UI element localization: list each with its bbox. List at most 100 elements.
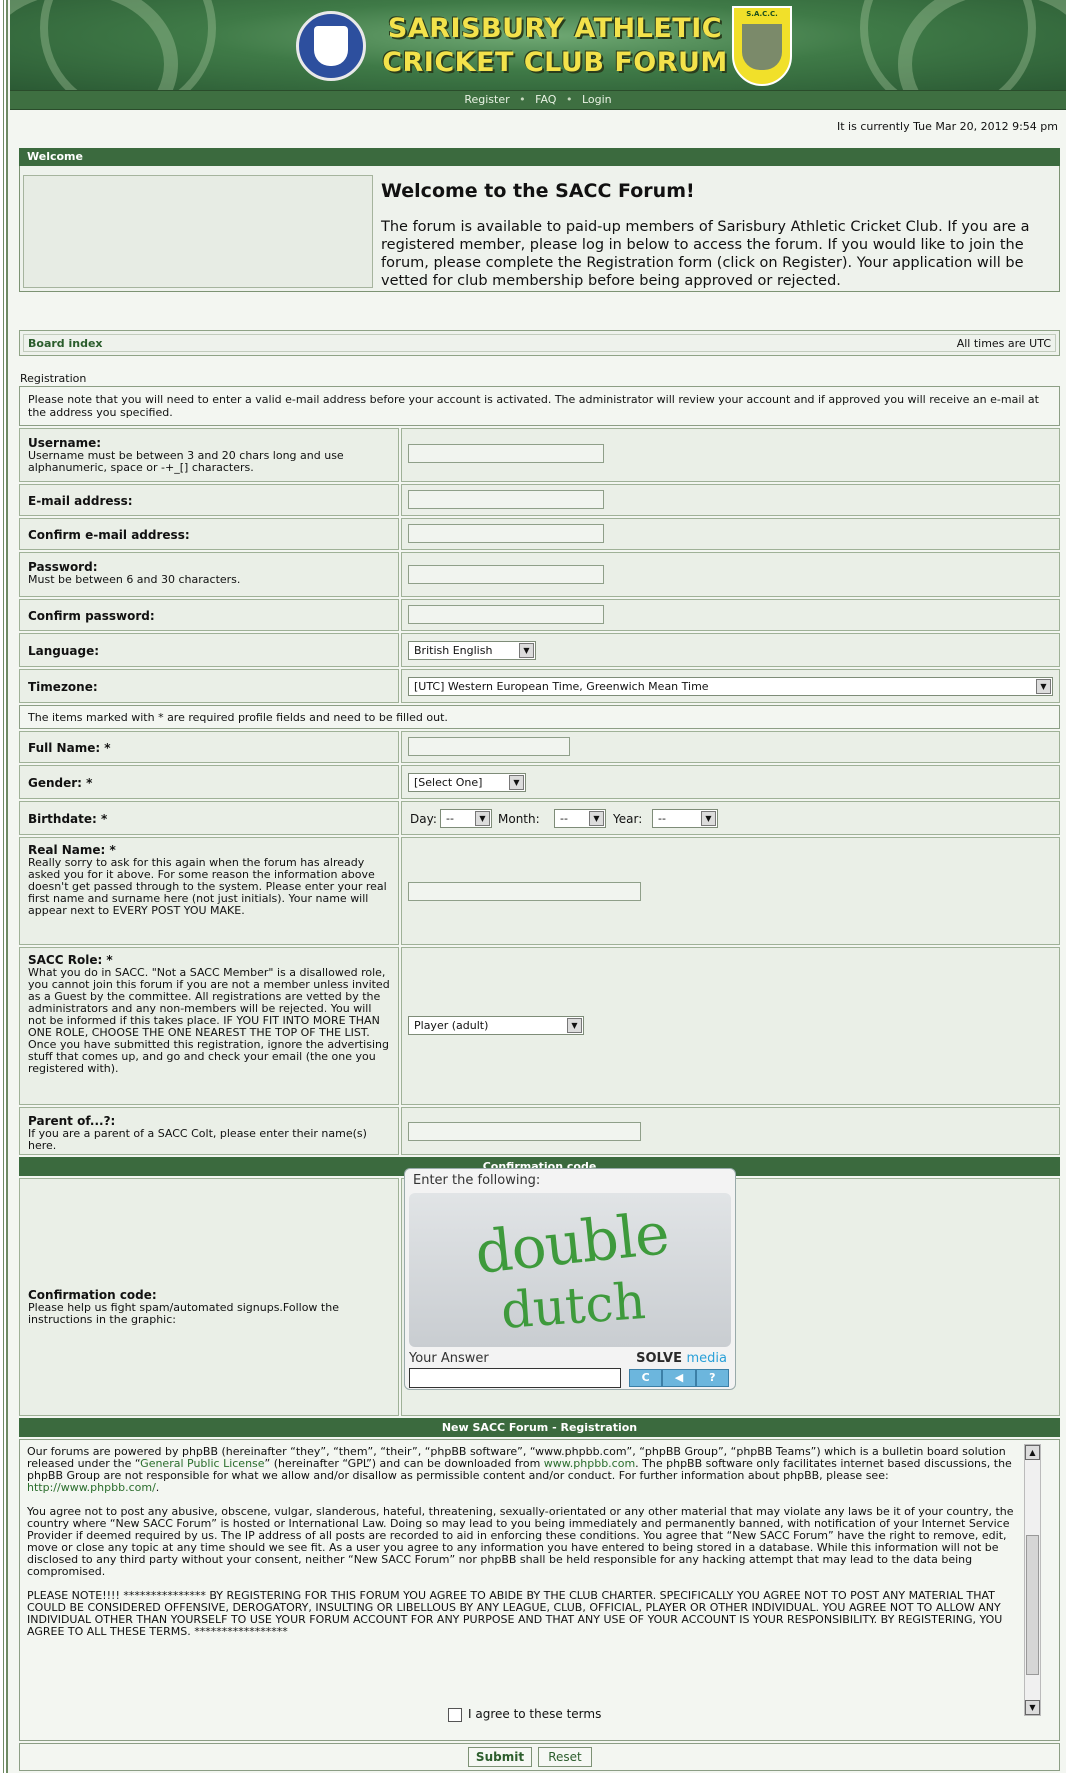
captcha-image: double dutch xyxy=(409,1193,731,1347)
year-select-value: -- xyxy=(658,812,666,825)
role-help: What you do in SACC. "Not a SACC Member"… xyxy=(28,966,390,1075)
timezone-note: All times are UTC xyxy=(956,337,1051,350)
site-title-line2: CRICKET CLUB FORUM xyxy=(382,47,728,78)
agree-terms[interactable]: I agree to these terms xyxy=(448,1707,601,1722)
role-label-cell: SACC Role: * What you do in SACC. "Not a … xyxy=(19,947,399,1105)
captcha-answer-label: Your Answer xyxy=(409,1351,489,1366)
gender-select-value: [Select One] xyxy=(414,776,483,789)
registration-label: Registration xyxy=(20,372,87,385)
confirm-password-input[interactable] xyxy=(408,605,604,624)
confirm-email-input-cell xyxy=(401,518,1060,550)
username-input[interactable] xyxy=(408,444,604,463)
confirm-email-input[interactable] xyxy=(408,524,604,543)
nav-register-link[interactable]: Register xyxy=(464,93,509,106)
fullname-input[interactable] xyxy=(408,737,570,756)
terms-scrollbar[interactable]: ▲ ▼ xyxy=(1024,1444,1041,1716)
language-select[interactable]: British English ▼ xyxy=(408,641,536,660)
nav-separator: • xyxy=(519,93,526,106)
scroll-up-icon[interactable]: ▲ xyxy=(1025,1445,1040,1460)
parent-label: Parent of...?: xyxy=(28,1114,116,1128)
year-label: Year: xyxy=(613,812,643,826)
agree-checkbox[interactable] xyxy=(448,1707,462,1722)
username-help: Username must be between 3 and 20 chars … xyxy=(28,449,344,474)
welcome-image-placeholder xyxy=(23,175,373,288)
gender-select[interactable]: [Select One] ▼ xyxy=(408,773,526,792)
timezone-select-cell: [UTC] Western European Time, Greenwich M… xyxy=(401,669,1060,703)
welcome-text: The forum is available to paid-up member… xyxy=(381,219,1030,289)
nav-faq-link[interactable]: FAQ xyxy=(535,93,556,106)
timezone-label: Timezone: xyxy=(28,680,98,694)
nav-separator: • xyxy=(565,93,573,106)
top-nav: Register • FAQ • Login xyxy=(10,90,1066,110)
username-input-cell xyxy=(401,428,1060,482)
gender-select-cell: [Select One] ▼ xyxy=(401,765,1060,799)
fullname-label: Full Name: * xyxy=(28,741,111,755)
confirmation-label: Confirmation code: xyxy=(28,1288,157,1302)
submit-button[interactable]: Submit xyxy=(468,1747,532,1767)
role-label: SACC Role: * xyxy=(28,953,113,967)
required-note: The items marked with * are required pro… xyxy=(28,711,448,724)
realname-label-cell: Real Name: * Really sorry to ask for this… xyxy=(19,837,399,945)
welcome-heading: Welcome xyxy=(19,148,1060,166)
gender-label-cell: Gender: * xyxy=(19,765,399,799)
birthdate-label-cell: Birthdate: * xyxy=(19,801,399,835)
nav-login-link[interactable]: Login xyxy=(582,93,612,106)
fullname-label-cell: Full Name: * xyxy=(19,731,399,763)
timezone-label-cell: Timezone: xyxy=(19,669,399,703)
language-select-value: British English xyxy=(414,644,493,657)
year-select[interactable]: -- ▼ xyxy=(652,809,718,828)
language-label-cell: Language: xyxy=(19,633,399,667)
confirm-email-label: Confirm e-mail address: xyxy=(28,528,190,542)
timezone-select[interactable]: [UTC] Western European Time, Greenwich M… xyxy=(408,677,1053,696)
email-label: E-mail address: xyxy=(28,494,133,508)
phpbb-url-link[interactable]: http://www.phpbb.com/ xyxy=(27,1481,156,1494)
day-select-value: -- xyxy=(446,812,454,825)
role-select[interactable]: Player (adult) ▼ xyxy=(408,1016,584,1035)
site-title[interactable]: SARISBURY ATHLETIC CRICKET CLUB FORUM xyxy=(380,12,730,80)
confirm-password-label-cell: Confirm password: xyxy=(19,599,399,631)
registration-intro-row: Please note that you will need to enter … xyxy=(19,386,1060,426)
fullname-input-cell xyxy=(401,731,1060,763)
refresh-icon[interactable]: C xyxy=(629,1369,663,1387)
confirm-password-input-cell xyxy=(401,599,1060,631)
password-input[interactable] xyxy=(408,565,604,584)
parent-input-cell xyxy=(401,1107,1060,1155)
month-select-value: -- xyxy=(560,812,568,825)
scroll-down-icon[interactable]: ▼ xyxy=(1025,1700,1040,1715)
month-select[interactable]: -- ▼ xyxy=(554,809,606,828)
realname-input-cell xyxy=(401,837,1060,945)
scroll-thumb[interactable] xyxy=(1026,1535,1039,1675)
shield-icon xyxy=(314,26,348,66)
reset-button[interactable]: Reset xyxy=(538,1747,592,1767)
board-index-link[interactable]: Board index xyxy=(28,337,103,350)
confirm-password-label: Confirm password: xyxy=(28,609,155,623)
terms-paragraph-3: PLEASE NOTE!!!! *************** BY REGIS… xyxy=(27,1589,1003,1638)
password-label: Password: xyxy=(28,560,98,574)
language-label: Language: xyxy=(28,644,100,658)
confirmation-label-cell: Confirmation code: Please help us fight s… xyxy=(19,1178,399,1416)
realname-help: Really sorry to ask for this again when … xyxy=(28,856,387,917)
month-label: Month: xyxy=(498,812,540,826)
captcha-buttons: C ◀ ? xyxy=(629,1369,729,1387)
gender-label: Gender: * xyxy=(28,776,93,790)
email-input-cell xyxy=(401,484,1060,516)
role-select-cell: Player (adult) ▼ xyxy=(401,947,1060,1105)
board-index-bar: Board index All times are UTC xyxy=(19,330,1060,356)
agree-label: I agree to these terms xyxy=(468,1707,602,1721)
chevron-down-icon: ▼ xyxy=(509,775,524,790)
password-help: Must be between 6 and 30 characters. xyxy=(28,573,241,586)
registration-intro: Please note that you will need to enter … xyxy=(28,393,1039,419)
captcha-answer-input[interactable] xyxy=(409,1368,621,1388)
parent-input[interactable] xyxy=(408,1122,641,1141)
password-input-cell xyxy=(401,552,1060,597)
captcha-prompt: Enter the following: xyxy=(413,1173,541,1188)
clubmark-logo xyxy=(296,11,366,81)
captcha-widget: Enter the following: double dutch Your A… xyxy=(404,1168,736,1390)
day-select[interactable]: -- ▼ xyxy=(440,809,492,828)
current-datetime: It is currently Tue Mar 20, 2012 9:54 pm xyxy=(837,120,1058,133)
crest-label: S.A.C.C. xyxy=(746,10,778,18)
realname-input[interactable] xyxy=(408,882,641,901)
email-input[interactable] xyxy=(408,490,604,509)
help-icon[interactable]: ? xyxy=(695,1369,729,1387)
audio-icon[interactable]: ◀ xyxy=(662,1369,696,1387)
